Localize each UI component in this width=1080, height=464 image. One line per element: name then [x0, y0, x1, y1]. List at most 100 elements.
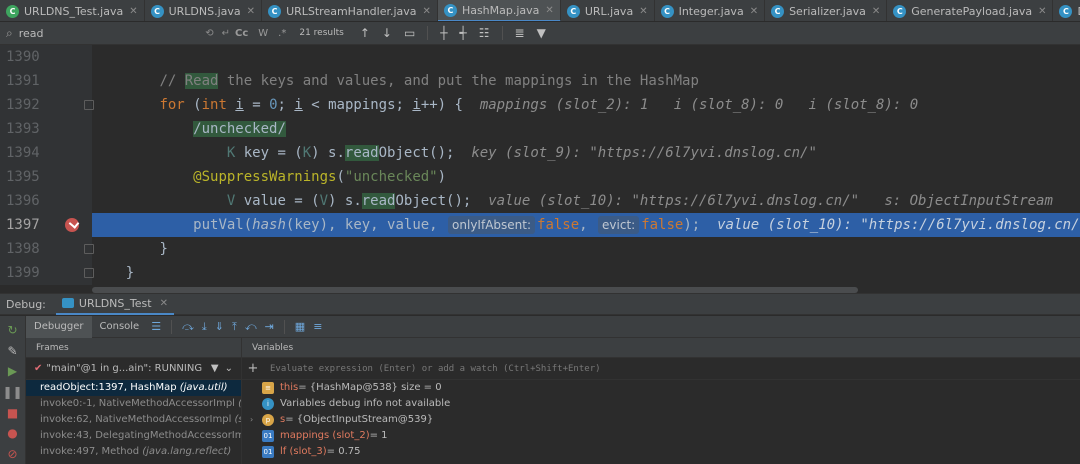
tab-label: URLDNS.java: [168, 4, 241, 18]
primitive-field-icon: 01: [262, 430, 274, 442]
editor-tab[interactable]: C URLStreamHandler.java ✕: [262, 0, 438, 21]
frame-package: (sun.reflect): [238, 398, 241, 409]
variable-row[interactable]: 01 lf (slot_3) = 0.75: [242, 444, 1080, 460]
frame-name: readObject:1397, HashMap: [40, 382, 180, 393]
evaluate-expression-input[interactable]: Evaluate expression (Enter) or add a wat…: [264, 360, 1080, 378]
stop-icon[interactable]: ■: [7, 402, 18, 423]
settings-icon[interactable]: ✎: [7, 341, 17, 362]
editor-tab[interactable]: C URL.java ✕: [561, 0, 655, 21]
code-line: 1390: [0, 45, 1080, 69]
search-field[interactable]: ⌕ read ⟲ ↵: [6, 24, 230, 42]
divider: [283, 319, 285, 334]
step-out-icon[interactable]: ⤒: [232, 320, 237, 334]
resume-icon[interactable]: ▶: [8, 361, 17, 382]
info-icon: i: [262, 398, 274, 410]
tab-console[interactable]: Console: [92, 316, 148, 338]
java-class-icon: C: [268, 4, 282, 18]
tab-debugger[interactable]: Debugger: [26, 315, 92, 338]
editor-tab[interactable]: C URLDNS_Test.java ✕: [0, 0, 145, 21]
evaluate-expression-icon[interactable]: ▦: [295, 320, 305, 333]
horizontal-scrollbar[interactable]: [92, 287, 858, 293]
variable-row[interactable]: ≡ this = {HashMap@538} size = 0: [242, 380, 1080, 396]
variable-row[interactable]: › p s = {ObjectInputStream@539}: [242, 412, 1080, 428]
regex-history-icon[interactable]: ⟲: [205, 28, 213, 39]
code-line: 1396 V value = (V) s.readObject(); value…: [0, 189, 1080, 213]
filter-occurrences-icon[interactable]: ≣: [515, 26, 525, 40]
variable-row[interactable]: i Variables debug info not available: [242, 396, 1080, 412]
close-icon[interactable]: ✕: [160, 298, 168, 309]
debug-session-tab[interactable]: URLDNS_Test ✕: [55, 293, 174, 315]
frame-package: (sun.reflect): [234, 414, 241, 425]
editor-tab[interactable]: C HashMap.java ✕: [437, 0, 561, 21]
tab-label: Serializer.java: [789, 4, 866, 18]
close-icon[interactable]: ✕: [872, 6, 880, 17]
stack-frame[interactable]: invoke:62, NativeMethodAccessorImpl (sun…: [26, 412, 241, 428]
line-number: 1393: [0, 117, 92, 141]
add-watch-button[interactable]: +: [242, 361, 264, 376]
chevron-down-icon[interactable]: ⌄: [225, 363, 233, 374]
remove-selection-icon[interactable]: ┽: [460, 26, 467, 40]
variables-header: Variables: [242, 338, 1080, 358]
code-editor[interactable]: 1390 1391 // Read the keys and values, a…: [0, 45, 1080, 293]
variable-name: lf (slot_3): [280, 446, 327, 457]
open-in-window-icon[interactable]: ▭: [404, 26, 415, 40]
filter-icon[interactable]: ▼: [211, 363, 219, 374]
variable-row[interactable]: 01 mappings (slot_2) = 1: [242, 428, 1080, 444]
trace-icon[interactable]: ≡: [313, 320, 322, 333]
close-icon[interactable]: ✕: [423, 6, 431, 17]
close-icon[interactable]: ✕: [545, 5, 553, 16]
previous-occurrence-icon[interactable]: ↑: [360, 26, 370, 40]
fold-icon[interactable]: [84, 100, 94, 110]
editor-tab[interactable]: C URLDNS.java ✕: [145, 0, 263, 21]
drop-frame-icon[interactable]: ⤺: [245, 320, 257, 334]
step-over-icon[interactable]: ⤼: [182, 320, 194, 334]
search-input[interactable]: read: [19, 27, 197, 40]
regex-toggle[interactable]: .*: [278, 28, 286, 39]
stack-frame[interactable]: invoke:43, DelegatingMethodAccessorImpl …: [26, 428, 241, 444]
editor-tab[interactable]: C Serializer.java ✕: [765, 0, 888, 21]
breakpoint-icon[interactable]: [65, 218, 79, 232]
editor-tab[interactable]: C GeneratePayload.java ✕: [887, 0, 1054, 21]
close-icon[interactable]: ✕: [1038, 6, 1046, 17]
stack-frame[interactable]: invoke:497, Method (java.lang.reflect): [26, 444, 241, 460]
debug-label: Debug:: [6, 297, 46, 311]
rerun-icon[interactable]: ↻: [7, 320, 17, 341]
stack-frame[interactable]: readObject:1397, HashMap (java.util): [26, 380, 241, 396]
pause-icon[interactable]: ❚❚: [2, 382, 22, 403]
java-class-icon: C: [771, 4, 785, 18]
add-selection-icon[interactable]: ┼: [440, 26, 447, 40]
stack-frame[interactable]: invoke0:-1, NativeMethodAccessorImpl (su…: [26, 396, 241, 412]
editor-tab[interactable]: C Integer.java ✕: [655, 0, 766, 21]
frame-package: (java.lang.reflect): [142, 446, 232, 457]
match-case-toggle[interactable]: Cc: [235, 28, 248, 39]
run-to-cursor-icon[interactable]: ⇥: [265, 320, 274, 333]
fold-icon[interactable]: [84, 244, 94, 254]
frame-name: invoke0:-1, NativeMethodAccessorImpl: [40, 398, 239, 409]
view-breakpoints-icon[interactable]: ●: [7, 423, 17, 444]
variable-value: = {ObjectInputStream@539}: [285, 414, 434, 425]
close-icon[interactable]: ✕: [129, 6, 137, 17]
code-line: 1392 for (int i = 0; i < mappings; i++) …: [0, 93, 1080, 117]
new-line-icon[interactable]: ↵: [222, 28, 230, 39]
code-line: 1394 K key = (K) s.readObject(); key (sl…: [0, 141, 1080, 165]
tab-label: URLStreamHandler.java: [286, 4, 417, 18]
step-into-icon[interactable]: ⤓: [202, 320, 207, 334]
editor-tab[interactable]: CDeserializer.java✕: [1053, 0, 1080, 21]
words-toggle[interactable]: W: [258, 28, 268, 39]
next-occurrence-icon[interactable]: ↓: [382, 26, 392, 40]
force-step-into-icon[interactable]: ⇓: [215, 320, 224, 333]
filter-icon[interactable]: ▼: [537, 26, 546, 40]
expand-arrow-icon[interactable]: ›: [250, 412, 262, 428]
mute-breakpoints-icon[interactable]: ⊘: [7, 443, 17, 464]
tab-label: URLDNS_Test.java: [24, 4, 124, 18]
thread-selector[interactable]: ✔ "main"@1 in g...ain": RUNNING ▼ ⌄: [26, 358, 241, 380]
close-icon[interactable]: ✕: [750, 6, 758, 17]
inline-debug-values: key (slot_9): "https://6l7yvi.dnslog.cn/…: [471, 145, 817, 161]
layout-icon[interactable]: ☰: [151, 320, 161, 333]
find-bar: ⌕ read ⟲ ↵ Cc W .* 21 results ↑ ↓ ▭ ┼ ┽ …: [0, 22, 1080, 45]
select-all-occurrences-icon[interactable]: ☷: [479, 26, 490, 40]
fold-icon[interactable]: [84, 268, 94, 278]
close-icon[interactable]: ✕: [247, 6, 255, 17]
close-icon[interactable]: ✕: [639, 6, 647, 17]
parameter-icon: p: [262, 414, 274, 426]
